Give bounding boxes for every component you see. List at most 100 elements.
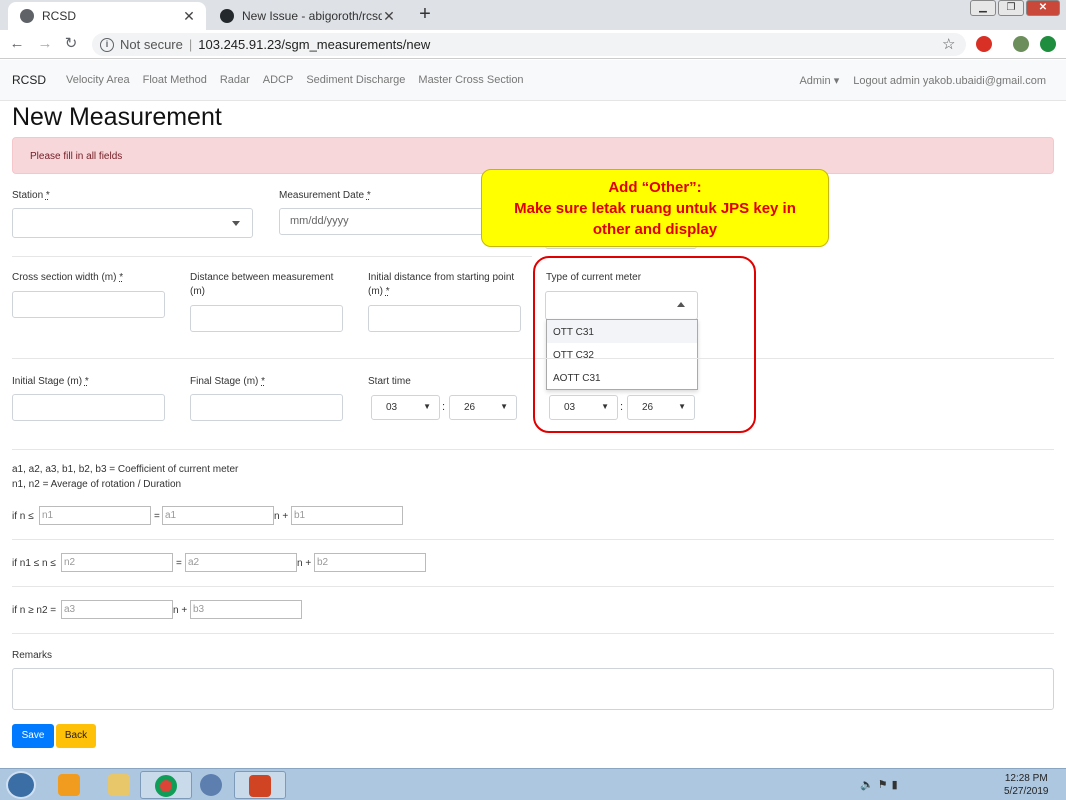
row2-prefix: if n1 ≤ n ≤: [12, 558, 56, 569]
distance-between-label: Distance between measurement (m): [190, 272, 334, 297]
initial-stage-text: Initial Stage (m): [12, 376, 83, 387]
volume-icon[interactable]: 🔈: [860, 779, 878, 791]
taskbar-powerpoint[interactable]: [234, 771, 286, 799]
date-label-text: Measurement Date: [279, 190, 365, 201]
network-icon[interactable]: ▮: [892, 779, 902, 791]
start-time-label: Start time: [368, 376, 411, 387]
final-stage-text: Final Stage (m): [190, 376, 259, 387]
taskbar-math[interactable]: [192, 771, 232, 799]
browser-toolbar: ← → ↻ i Not secure | 103.245.91.23/sgm_m…: [0, 30, 1066, 59]
initial-stage-label: Initial Stage (m) *: [12, 375, 89, 389]
app-navbar: RCSD Velocity Area Float Method Radar AD…: [0, 60, 1066, 101]
restore-icon[interactable]: ❐: [998, 0, 1024, 16]
nav-sediment-discharge[interactable]: Sediment Discharge: [306, 74, 405, 86]
final-stage-input[interactable]: [190, 394, 343, 421]
a2-input[interactable]: a2: [185, 553, 297, 572]
globe-icon: [20, 9, 34, 23]
tab-rcsd[interactable]: RCSD ✕: [8, 2, 206, 30]
equals-sign: =: [154, 511, 160, 522]
nav-velocity-area[interactable]: Velocity Area: [66, 74, 130, 86]
a1-input[interactable]: a1: [162, 506, 274, 525]
minimize-icon[interactable]: ▁: [970, 0, 996, 16]
row1-prefix: if n ≤: [12, 511, 34, 522]
station-label-text: Station: [12, 190, 44, 201]
annotation-line-2: Make sure letak ruang untuk JPS key in: [514, 200, 796, 217]
measurement-date-input[interactable]: mm/dd/yyyy: [279, 208, 499, 235]
clock-date: 5/27/2019: [1004, 786, 1049, 797]
close-icon[interactable]: ✕: [382, 8, 396, 25]
bookmark-star-icon[interactable]: ☆: [942, 35, 955, 53]
start-minute-value: 26: [464, 402, 476, 413]
annotation-line-3: other and display: [592, 221, 718, 238]
n2-input[interactable]: n2: [61, 553, 173, 572]
nav-float-method[interactable]: Float Method: [143, 74, 207, 86]
taskbar-chrome[interactable]: [140, 771, 192, 799]
nav-master-cross-section[interactable]: Master Cross Section: [418, 74, 523, 86]
cross-section-width-input[interactable]: [12, 291, 165, 318]
browser-tab-bar: RCSD ✕ New Issue - abigoroth/rcsd ✕ + ▁ …: [0, 0, 1066, 30]
n1-input[interactable]: n1: [39, 506, 151, 525]
divider: [12, 256, 532, 257]
initial-distance-text: Initial distance from starting point (m): [368, 272, 515, 297]
brand-link[interactable]: RCSD: [12, 73, 46, 87]
row3-prefix: if n ≥ n2 =: [12, 605, 57, 616]
a3-input[interactable]: a3: [61, 600, 173, 619]
nav-right: Admin ▾ Logout admin yakob.ubaidi@gmail.…: [799, 60, 1046, 101]
new-tab-icon[interactable]: +: [416, 3, 434, 26]
logout-link[interactable]: Logout admin yakob.ubaidi@gmail.com: [853, 75, 1046, 87]
system-tray: 🔈⚑▮: [860, 778, 902, 791]
start-minute-select[interactable]: 26 ▼: [449, 395, 517, 420]
flag-icon[interactable]: ⚑: [878, 779, 892, 791]
cross-width-text: Cross section width (m): [12, 272, 117, 283]
b1-input[interactable]: b1: [291, 506, 403, 525]
required-mark: *: [119, 272, 124, 283]
window-controls: ▁ ❐ ✕: [970, 0, 1060, 16]
extension-update-icon[interactable]: [1040, 36, 1056, 52]
distance-between-input[interactable]: [190, 305, 343, 332]
admin-menu-label: Admin: [799, 75, 831, 87]
cross-section-width-label: Cross section width (m) *: [12, 271, 123, 285]
extension-avatar-icon[interactable]: [1013, 36, 1029, 52]
forward-arrow-icon[interactable]: →: [36, 35, 54, 53]
info-icon[interactable]: i: [100, 37, 114, 52]
caret-down-icon: ▾: [833, 75, 840, 87]
divider: [12, 586, 1054, 587]
close-icon[interactable]: ✕: [182, 8, 196, 25]
math-input-icon: [200, 774, 222, 796]
back-button[interactable]: Back: [56, 724, 96, 748]
tab-title: New Issue - abigoroth/rcsd: [242, 9, 382, 23]
remarks-textarea[interactable]: [12, 668, 1054, 710]
station-label: Station *: [12, 189, 50, 203]
nav-adcp[interactable]: ADCP: [263, 74, 294, 86]
final-stage-label: Final Stage (m) *: [190, 375, 265, 389]
initial-distance-input[interactable]: [368, 305, 521, 332]
initial-stage-input[interactable]: [12, 394, 165, 421]
taskbar-media-player[interactable]: [44, 771, 92, 799]
tab-new-issue[interactable]: New Issue - abigoroth/rcsd ✕: [208, 2, 406, 30]
window-close-icon[interactable]: ✕: [1026, 0, 1060, 16]
b2-input[interactable]: b2: [314, 553, 426, 572]
address-bar[interactable]: i Not secure | 103.245.91.23/sgm_measure…: [92, 33, 966, 56]
taskbar-explorer[interactable]: [94, 771, 142, 799]
security-label: Not secure: [120, 37, 183, 52]
windows-start-icon[interactable]: [6, 771, 36, 799]
annotation-highlight-box: [533, 256, 756, 433]
required-mark: *: [45, 190, 50, 201]
save-button[interactable]: Save: [12, 724, 54, 748]
address-separator: |: [188, 37, 193, 52]
back-arrow-icon[interactable]: ←: [8, 35, 26, 53]
remarks-label: Remarks: [12, 650, 53, 661]
nav-radar[interactable]: Radar: [220, 74, 250, 86]
extension-adblock-icon[interactable]: [976, 36, 992, 52]
annotation-line-1: Add “Other”:: [608, 179, 702, 196]
equals-sign: =: [176, 558, 182, 569]
station-select[interactable]: [12, 208, 253, 238]
start-hour-select[interactable]: 03 ▼: [371, 395, 440, 420]
required-mark: *: [84, 376, 89, 387]
reload-icon[interactable]: ↻: [62, 35, 80, 53]
b3-input[interactable]: b3: [190, 600, 302, 619]
required-mark: *: [366, 190, 371, 201]
admin-menu[interactable]: Admin ▾: [799, 74, 839, 87]
taskbar-clock[interactable]: 12:28 PM 5/27/2019: [1004, 772, 1049, 798]
time-separator: :: [442, 401, 446, 413]
